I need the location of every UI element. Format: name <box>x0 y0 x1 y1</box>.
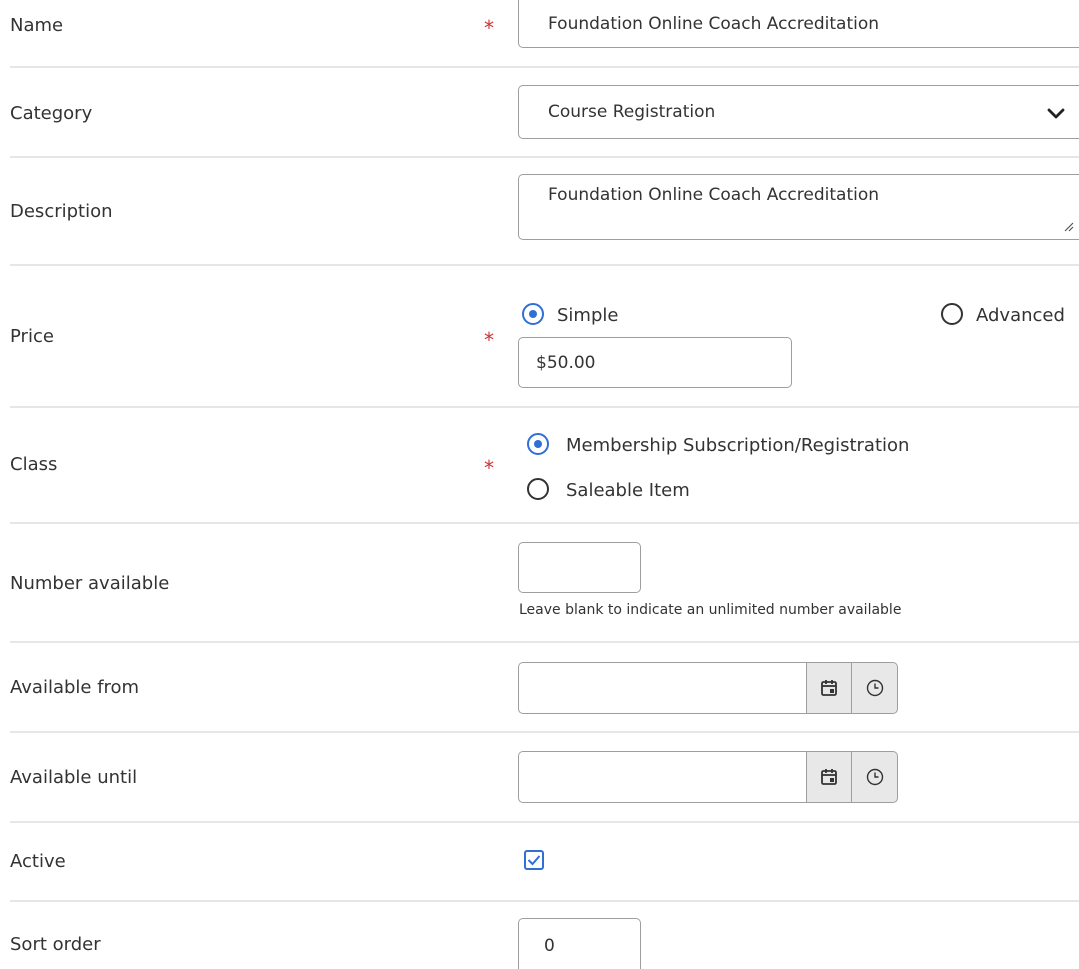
calendar-icon[interactable] <box>806 662 852 714</box>
name-input[interactable]: Foundation Online Coach Accreditation <box>518 0 1079 48</box>
divider <box>10 522 1079 524</box>
price-advanced-label: Advanced <box>976 305 1065 326</box>
class-label: Class <box>10 454 58 475</box>
divider <box>10 406 1079 408</box>
available-until-input[interactable] <box>518 751 808 803</box>
divider <box>10 641 1079 643</box>
clock-icon[interactable] <box>852 751 898 803</box>
name-label: Name <box>10 15 64 36</box>
description-value: Foundation Online Coach Accreditation <box>548 185 880 205</box>
price-advanced-radio[interactable] <box>941 303 963 325</box>
divider <box>10 264 1079 266</box>
category-label: Category <box>10 103 93 124</box>
active-label: Active <box>10 851 66 872</box>
number-available-hint: Leave blank to indicate an unlimited num… <box>519 602 902 618</box>
available-until-picker <box>518 751 900 803</box>
category-select[interactable]: Course Registration <box>518 85 1079 139</box>
chevron-down-icon <box>1047 106 1065 126</box>
sort-order-input[interactable]: 0 <box>518 918 641 969</box>
number-available-input[interactable] <box>518 542 641 593</box>
description-label: Description <box>10 201 113 222</box>
available-until-label: Available until <box>10 767 138 788</box>
required-asterisk: * <box>484 16 494 40</box>
class-saleable-label: Saleable Item <box>566 480 690 501</box>
class-membership-label: Membership Subscription/Registration <box>566 435 910 456</box>
required-asterisk: * <box>484 456 494 480</box>
price-simple-radio[interactable] <box>522 303 544 325</box>
sort-order-value: 0 <box>544 936 555 956</box>
available-from-input[interactable] <box>518 662 808 714</box>
price-simple-label: Simple <box>557 305 619 326</box>
number-available-label: Number available <box>10 573 170 594</box>
sort-order-label: Sort order <box>10 934 101 955</box>
category-value: Course Registration <box>548 102 716 122</box>
price-label: Price <box>10 326 54 347</box>
divider <box>10 900 1079 902</box>
price-value: $50.00 <box>536 352 596 373</box>
class-saleable-radio[interactable] <box>527 478 549 500</box>
check-icon <box>527 855 541 866</box>
description-textarea[interactable]: Foundation Online Coach Accreditation <box>518 174 1079 240</box>
name-value: Foundation Online Coach Accreditation <box>548 13 880 34</box>
active-checkbox[interactable] <box>524 850 544 870</box>
class-membership-radio[interactable] <box>527 433 549 455</box>
divider <box>10 156 1079 158</box>
required-asterisk: * <box>484 328 494 352</box>
resize-handle-icon[interactable] <box>1062 217 1074 237</box>
available-from-label: Available from <box>10 677 140 698</box>
available-from-picker <box>518 662 900 714</box>
calendar-icon[interactable] <box>806 751 852 803</box>
divider <box>10 821 1079 823</box>
clock-icon[interactable] <box>852 662 898 714</box>
price-input[interactable]: $50.00 <box>518 337 792 388</box>
divider <box>10 731 1079 733</box>
divider <box>10 66 1079 68</box>
